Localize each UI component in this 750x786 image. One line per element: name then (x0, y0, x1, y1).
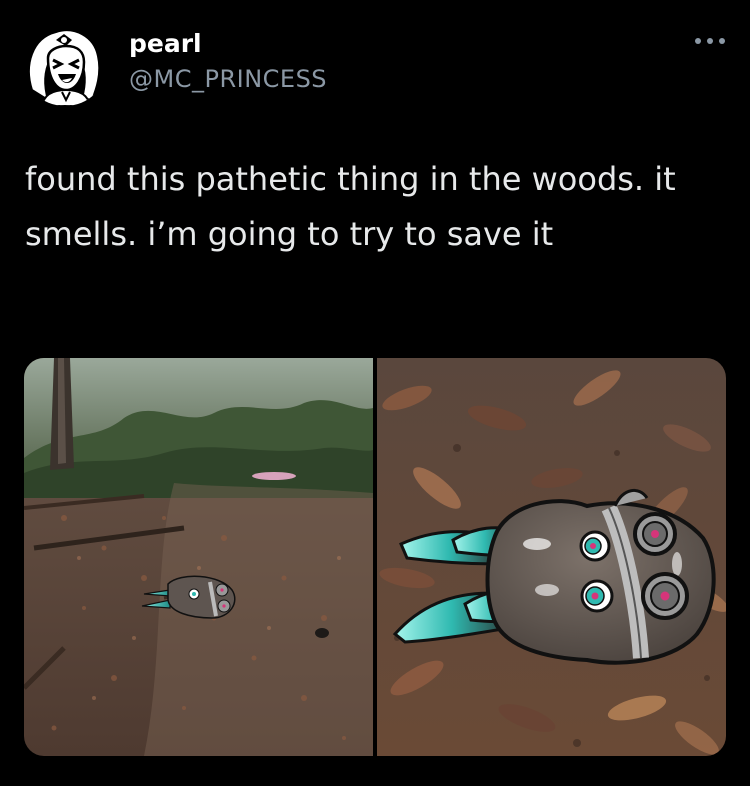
woods-path-photo (24, 358, 373, 756)
ellipsis-icon (695, 38, 725, 44)
leaf-litter-closeup-photo (377, 358, 726, 756)
tweet: pearl @MC_PRINCESS found this pathetic t… (0, 0, 750, 786)
display-name[interactable]: pearl (129, 29, 202, 59)
avatar-doodle-icon (22, 20, 108, 106)
photo-right[interactable] (377, 358, 726, 756)
more-options-button[interactable] (690, 26, 730, 56)
media-grid (24, 358, 726, 756)
photo-left[interactable] (24, 358, 373, 756)
tweet-text: found this pathetic thing in the woods. … (25, 160, 676, 253)
avatar[interactable] (22, 20, 108, 106)
user-handle[interactable]: @MC_PRINCESS (129, 64, 327, 94)
